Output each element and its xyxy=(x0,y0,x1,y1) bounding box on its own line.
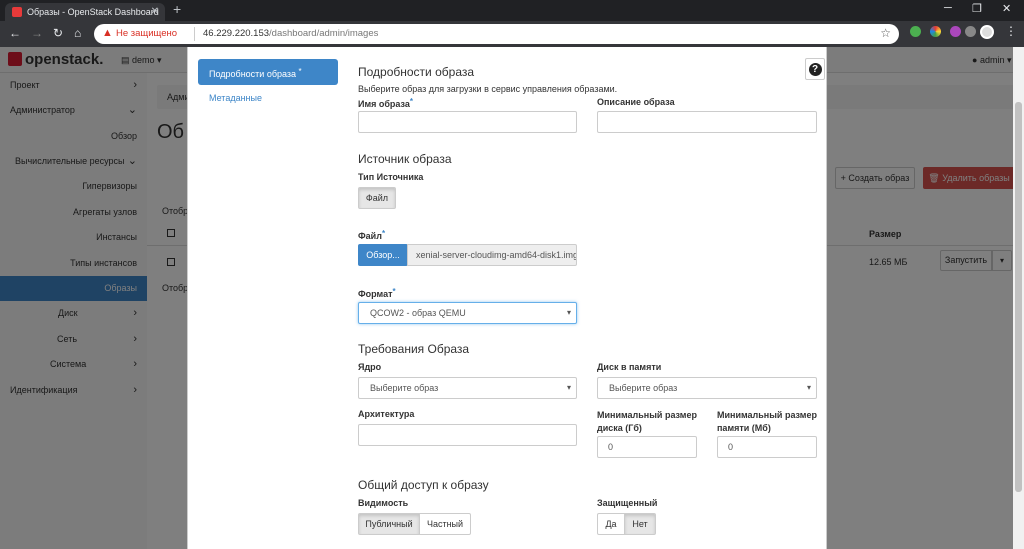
format-label: Формат* xyxy=(358,287,396,299)
warning-icon: ▲ xyxy=(102,27,113,39)
select-value: Выберите образ xyxy=(609,383,678,393)
address-bar-row: ← → ↻ ⌂ ▲ Не защищено 46.229.220.153/das… xyxy=(0,21,1024,47)
architecture-label: Архитектура xyxy=(358,409,415,419)
browser-tab[interactable]: Образы - OpenStack Dashboard ✕ xyxy=(5,3,165,21)
extension-icon[interactable] xyxy=(910,26,921,37)
required-marker: * xyxy=(392,287,396,296)
security-label: Не защищено xyxy=(116,28,178,39)
nav-metadata[interactable]: Метаданные xyxy=(198,85,338,111)
omnibox[interactable]: ▲ Не защищено 46.229.220.153/dashboard/a… xyxy=(94,24,899,44)
create-image-modal: Подробности образа * Метаданные Подробно… xyxy=(187,47,827,549)
section-image-requirements: Требования Образа xyxy=(358,342,470,356)
source-type-label: Тип Источника xyxy=(358,172,424,182)
browse-button[interactable]: Обзор... xyxy=(358,244,408,266)
openstack-favicon-icon xyxy=(12,7,22,17)
image-description-input[interactable] xyxy=(597,111,817,133)
label-text: Файл xyxy=(358,231,382,241)
bookmark-star-icon[interactable]: ☆ xyxy=(880,26,891,40)
section-image-details: Подробности образа xyxy=(358,65,475,79)
protected-yes-button[interactable]: Да xyxy=(597,513,625,535)
image-name-input[interactable] xyxy=(358,111,577,133)
required-marker: * xyxy=(409,97,414,106)
protected-label: Защищенный xyxy=(597,498,658,508)
nav-label: Метаданные xyxy=(209,93,263,103)
section-image-sharing: Общий доступ к образу xyxy=(358,478,489,492)
browser-titlebar: Образы - OpenStack Dashboard ✕ + ─ ❐ ✕ xyxy=(0,0,1024,21)
visibility-private-button[interactable]: Частный xyxy=(419,513,471,535)
image-description-label: Описание образа xyxy=(597,97,675,107)
omnibox-divider xyxy=(194,27,195,41)
modal-wizard-nav: Подробности образа * Метаданные xyxy=(198,59,338,111)
label-line-1: Минимальный размер xyxy=(597,410,697,420)
visibility-label: Видимость xyxy=(358,498,409,508)
nav-label: Подробности образа xyxy=(209,69,297,79)
section-image-source: Источник образа xyxy=(358,152,452,166)
extension-icon-2[interactable] xyxy=(950,26,961,37)
url-host: 46.229.220.153 xyxy=(203,28,270,39)
profile-avatar[interactable] xyxy=(980,25,994,39)
page-scrollbar[interactable] xyxy=(1013,47,1024,549)
caret-down-icon: ▾ xyxy=(806,383,811,392)
new-tab-button[interactable]: + xyxy=(173,1,181,17)
select-value: Выберите образ xyxy=(370,383,439,393)
minimize-icon[interactable]: ─ xyxy=(944,2,952,14)
min-ram-input[interactable]: 0 xyxy=(717,436,817,458)
file-name-field: xenial-server-cloudimg-amd64-disk1.img xyxy=(407,244,577,266)
caret-down-icon: ▾ xyxy=(566,383,571,392)
history-extension-icon[interactable] xyxy=(965,26,976,37)
format-select[interactable]: QCOW2 - образ QEMU ▾ xyxy=(358,302,577,324)
close-tab-icon[interactable]: ✕ xyxy=(151,3,159,21)
label-line-2: диска (Гб) xyxy=(597,423,642,433)
url-text[interactable]: 46.229.220.153/dashboard/admin/images xyxy=(203,28,378,39)
help-button[interactable]: ? xyxy=(805,58,825,80)
label-text: Формат xyxy=(358,289,393,299)
required-marker: * xyxy=(381,229,386,238)
file-label: Файл* xyxy=(358,229,385,241)
url-path: /dashboard/admin/images xyxy=(269,28,379,39)
forward-icon[interactable]: → xyxy=(31,26,43,40)
home-icon[interactable]: ⌂ xyxy=(74,26,81,40)
min-disk-label: Минимальный размер диска (Гб) xyxy=(597,409,697,435)
ramdisk-select[interactable]: Выберите образ ▾ xyxy=(597,377,817,399)
label-line-2: памяти (Мб) xyxy=(717,423,771,433)
label-text: Имя образа xyxy=(358,99,410,109)
tab-title: Образы - OpenStack Dashboard xyxy=(27,7,159,17)
color-extension-icon[interactable] xyxy=(930,26,941,37)
min-ram-label: Минимальный размер памяти (Мб) xyxy=(717,409,817,435)
label-line-1: Минимальный размер xyxy=(717,410,817,420)
details-description: Выберите образ для загрузки в сервис упр… xyxy=(358,84,618,94)
back-icon[interactable]: ← xyxy=(9,26,21,40)
kernel-label: Ядро xyxy=(358,362,382,372)
question-icon: ? xyxy=(808,63,822,76)
reload-icon[interactable]: ↻ xyxy=(53,26,63,40)
restore-icon[interactable]: ❐ xyxy=(972,2,982,15)
visibility-public-button[interactable]: Публичный xyxy=(358,513,420,535)
source-type-file-button[interactable]: Файл xyxy=(358,187,396,209)
kernel-select[interactable]: Выберите образ ▾ xyxy=(358,377,577,399)
required-marker: * xyxy=(298,67,302,76)
architecture-input[interactable] xyxy=(358,424,577,446)
select-value: QCOW2 - образ QEMU xyxy=(370,308,466,318)
min-disk-input[interactable]: 0 xyxy=(597,436,697,458)
image-name-label: Имя образа* xyxy=(358,97,413,109)
nav-image-details[interactable]: Подробности образа * xyxy=(198,59,338,85)
ramdisk-label: Диск в памяти xyxy=(597,362,662,372)
window-close-icon[interactable]: ✕ xyxy=(1002,2,1011,15)
caret-down-icon: ▾ xyxy=(566,308,571,317)
menu-kebab-icon[interactable]: ⋮ xyxy=(1005,24,1017,38)
scrollbar-thumb[interactable] xyxy=(1015,102,1022,492)
protected-no-button[interactable]: Нет xyxy=(624,513,656,535)
